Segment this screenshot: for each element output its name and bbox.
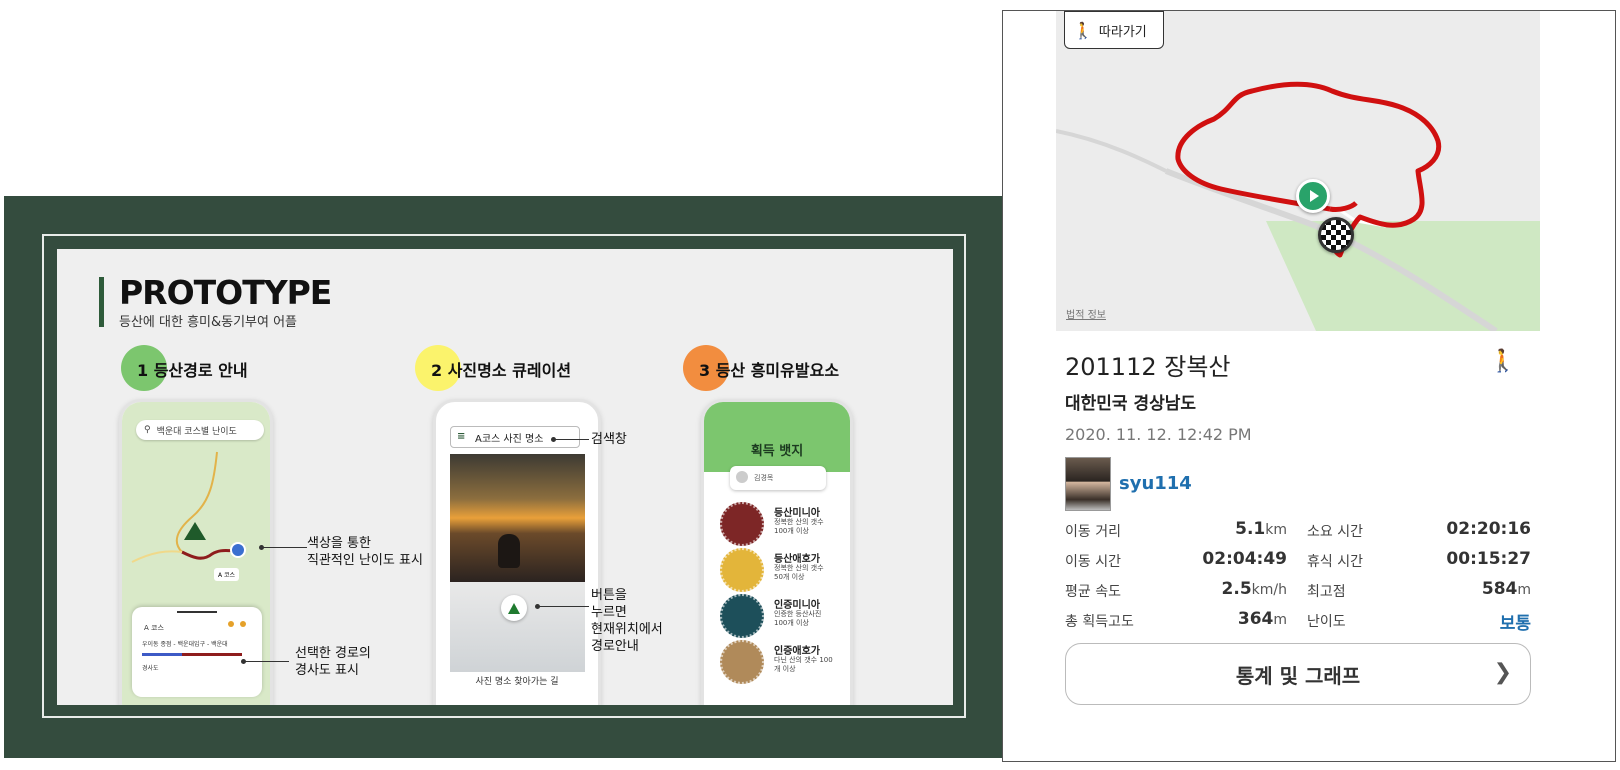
map-drawing	[1056, 81, 1540, 331]
record-region: 대한민국 경상남도	[1065, 394, 1197, 414]
legal-info-link[interactable]: 법적 정보	[1066, 306, 1106, 321]
hiking-activity-icon: 🚶	[1489, 349, 1517, 374]
phone-badges: 획득 뱃지 김경목 등산미니아 정복한 산의 갯수 100개 이상 등산애호가 …	[701, 399, 853, 705]
badge-3-name: 인증미니아	[774, 600, 820, 611]
stats-graph-label: 통계 및 그래프	[1235, 663, 1361, 688]
search-icon: ⚲	[144, 425, 151, 435]
title-accent-bar	[99, 277, 104, 327]
route-detail-sheet[interactable]: A 코스 우이동 종점 - 백운대입구 - 백운대 경사도	[132, 607, 262, 697]
user-card: 김경목	[730, 466, 826, 490]
sheet-info: 경사도	[142, 665, 159, 672]
finish-marker-icon[interactable]	[1318, 217, 1354, 253]
badge-cert-lover-icon[interactable]	[720, 640, 764, 684]
badge-1-name: 등산미니아	[774, 508, 820, 519]
note-search: 검색창	[591, 432, 627, 447]
menu-icon[interactable]: ≡	[457, 431, 465, 442]
stat-rest-time-label: 휴식 시간	[1307, 554, 1363, 570]
badge-2-name: 등산애호가	[774, 554, 820, 565]
follow-hiker-icon: 🚶	[1073, 20, 1093, 40]
navigate-button[interactable]	[501, 595, 527, 621]
avatar[interactable]	[1065, 457, 1111, 511]
sheet-title: A 코스	[144, 624, 164, 632]
sheet-handle	[177, 611, 217, 613]
stat-total-time-label: 소요 시간	[1307, 524, 1363, 540]
stat-distance-label: 이동 거리	[1065, 524, 1121, 540]
course-marker-label: A 코스	[214, 568, 240, 581]
badge-3-desc: 인증한 등산사진 100개 이상	[774, 610, 822, 627]
badge-4-name: 인증애호가	[774, 646, 820, 657]
badge-title: 획득 뱃지	[750, 444, 804, 459]
avatar-icon	[736, 471, 748, 483]
stat-rest-time-value: 00:15:27	[1446, 549, 1531, 569]
badge-2-desc: 정복한 산의 갯수 50개 이상	[774, 564, 824, 581]
follow-button[interactable]: 🚶 따라가기	[1064, 11, 1164, 49]
route-map-view[interactable]: 🚶 따라가기 법적 정보	[1056, 11, 1540, 331]
sunset-photo	[450, 454, 585, 582]
location-marker-icon[interactable]	[230, 542, 246, 558]
search-bar[interactable]: ⚲ 백운대 코스별 난이도	[136, 420, 264, 440]
hiker-silhouette	[498, 534, 520, 568]
stat-avg-speed-label: 평균 속도	[1065, 584, 1121, 600]
slide-title: PROTOTYPE	[119, 273, 332, 312]
navigate-arrow-icon	[508, 602, 520, 614]
badge-4-desc: 다닌 산의 갯수 100개 이상	[774, 656, 833, 673]
slide-subtitle: 등산에 대한 흥미&동기부여 어플	[119, 315, 298, 330]
difficulty-leader-line	[261, 547, 307, 548]
record-datetime: 2020. 11. 12. 12:42 PM	[1065, 425, 1252, 444]
difficulty-dots	[228, 621, 246, 629]
route-map: ⚲ 백운대 코스별 난이도 A 코스 A 코스 우이동 종점 - 백운대입구 -…	[122, 402, 270, 705]
sheet-route: 우이동 종점 - 백운대입구 - 백운대	[142, 641, 228, 648]
stat-max-elev-value: 584m	[1481, 579, 1531, 599]
slope-bar	[142, 653, 242, 656]
slope-leader-line	[243, 661, 289, 662]
stat-gain-value: 364m	[1237, 609, 1287, 629]
badge-header	[704, 402, 850, 472]
user-card-name: 김경목	[754, 474, 774, 482]
stat-difficulty-label: 난이도	[1307, 614, 1346, 630]
section-1-label: 1 등산경로 안내	[137, 361, 248, 380]
badge-mania-icon[interactable]	[720, 502, 764, 546]
section-2-label: 2 사진명소 큐레이션	[431, 361, 572, 380]
phone-photo-curation: ≡ A코스 사진 명소 사진 명소 찾아가는 길	[433, 399, 601, 705]
search-text: 백운대 코스별 난이도	[156, 426, 237, 437]
stat-total-time-value: 02:20:16	[1446, 519, 1531, 539]
stats-graph-button[interactable]: 통계 및 그래프 ❯	[1065, 643, 1531, 705]
button-leader-line	[537, 606, 589, 607]
note-slope: 선택한 경로의 경사도 표시	[295, 646, 371, 678]
stat-moving-time-value: 02:04:49	[1202, 549, 1287, 569]
play-icon	[1310, 190, 1319, 202]
photo-search-text: A코스 사진 명소	[475, 433, 544, 445]
search-leader-line	[553, 439, 589, 440]
stat-difficulty-value: 보통	[1499, 614, 1531, 634]
record-title: 201112 장복산	[1065, 353, 1231, 381]
slide-content: PROTOTYPE 등산에 대한 흥미&동기부여 어플 1 등산경로 안내 2 …	[57, 249, 953, 705]
slide-frame: PROTOTYPE 등산에 대한 흥미&동기부여 어플 1 등산경로 안내 2 …	[42, 234, 966, 718]
stat-max-elev-label: 최고점	[1307, 584, 1346, 600]
phone-route-guide: ⚲ 백운대 코스별 난이도 A 코스 A 코스 우이동 종점 - 백운대입구 -…	[119, 399, 273, 705]
badge-cert-mania-icon[interactable]	[720, 594, 764, 638]
badge-lover-icon[interactable]	[720, 548, 764, 592]
username-link[interactable]: syu114	[1119, 473, 1192, 494]
start-marker-icon[interactable]	[1296, 179, 1330, 213]
prototype-slide: PROTOTYPE 등산에 대한 흥미&동기부여 어플 1 등산경로 안내 2 …	[4, 196, 1002, 758]
badge-1-desc: 정복한 산의 갯수 100개 이상	[774, 518, 824, 535]
note-difficulty: 색상을 통한 직관적인 난이도 표시	[307, 536, 423, 568]
stat-avg-speed-value: 2.5km/h	[1221, 579, 1287, 599]
hiking-record-screen: 🚶 따라가기 법적 정보 201112 장복산 🚶 대한민국 경상남도 2020…	[1002, 10, 1616, 762]
stat-distance-value: 5.1km	[1235, 519, 1287, 539]
chevron-right-icon: ❯	[1493, 660, 1512, 685]
follow-label: 따라가기	[1098, 24, 1147, 40]
stat-gain-label: 총 획득고도	[1065, 614, 1134, 630]
photo-footer: 사진 명소 찾아가는 길	[475, 677, 559, 687]
note-button: 버튼을 누르면 현재위치에서 경로안내	[591, 588, 663, 654]
section-3-label: 3 등산 흥미유발요소	[699, 361, 840, 380]
photo-search-bar[interactable]: ≡ A코스 사진 명소	[450, 426, 580, 448]
stat-moving-time-label: 이동 시간	[1065, 554, 1121, 570]
mountain-icon	[184, 522, 206, 540]
